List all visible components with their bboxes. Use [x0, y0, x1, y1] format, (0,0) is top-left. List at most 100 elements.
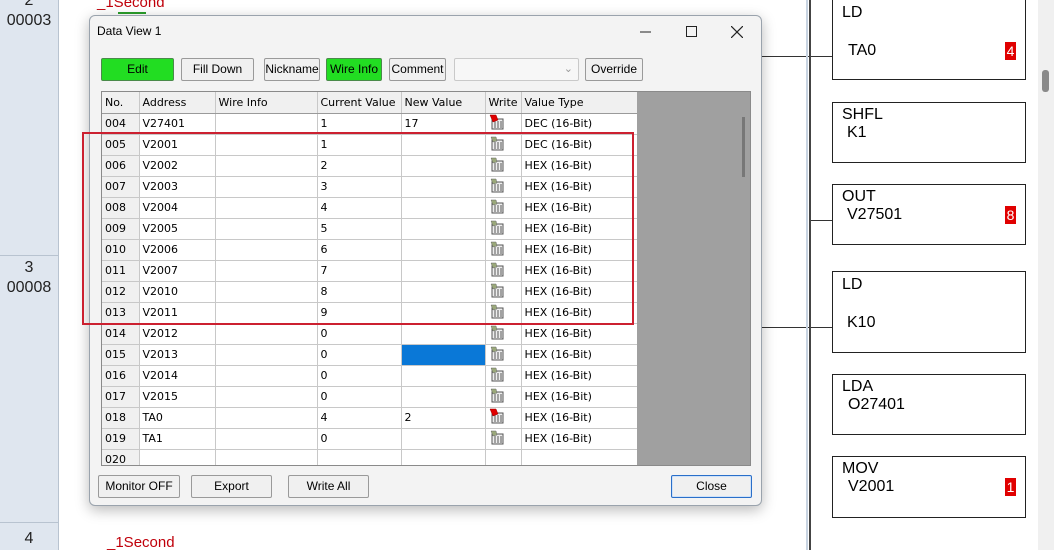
wire-info-cell[interactable]	[215, 155, 318, 177]
comment-button[interactable]: Comment	[389, 58, 446, 81]
current-value-cell[interactable]: 9	[317, 302, 402, 324]
instruction-box[interactable]: LDA O27401	[832, 374, 1026, 435]
table-row[interactable]: 011 V2007 7 HEX (16-Bit)	[102, 260, 638, 282]
current-value-cell[interactable]: 7	[317, 260, 402, 282]
current-value-cell[interactable]: 0	[317, 344, 402, 366]
instruction-box[interactable]: LD TA0 4	[832, 0, 1026, 80]
value-type-cell[interactable]	[521, 449, 638, 465]
new-value-cell[interactable]: 2	[401, 407, 486, 429]
write-cell[interactable]	[485, 281, 522, 303]
table-row[interactable]: 017 V2015 0 HEX (16-Bit)	[102, 386, 638, 408]
address-cell[interactable]: TA0	[139, 407, 216, 429]
data-view-grid[interactable]: No. Address Wire Info Current Value New Valu…	[101, 91, 751, 466]
write-icon[interactable]	[489, 345, 505, 361]
wire-info-cell[interactable]	[215, 281, 318, 303]
current-value-cell[interactable]: 0	[317, 365, 402, 387]
value-type-cell[interactable]: HEX (16-Bit)	[521, 428, 638, 450]
table-row[interactable]: 016 V2014 0 HEX (16-Bit)	[102, 365, 638, 387]
table-row[interactable]: 008 V2004 4 HEX (16-Bit)	[102, 197, 638, 219]
write-cell[interactable]	[485, 134, 522, 156]
wire-info-cell[interactable]	[215, 344, 318, 366]
new-value-cell[interactable]	[401, 449, 486, 465]
value-type-cell[interactable]: HEX (16-Bit)	[521, 260, 638, 282]
table-row[interactable]: 009 V2005 5 HEX (16-Bit)	[102, 218, 638, 240]
value-type-cell[interactable]: HEX (16-Bit)	[521, 176, 638, 198]
write-cell[interactable]	[485, 449, 522, 465]
address-cell[interactable]: V2012	[139, 323, 216, 345]
new-value-cell[interactable]: 17	[401, 113, 486, 135]
wire-info-cell[interactable]	[215, 260, 318, 282]
grid-scroll-thumb[interactable]	[742, 117, 745, 177]
address-cell[interactable]: V2010	[139, 281, 216, 303]
table-row[interactable]: 004 V27401 1 17 DEC (16-Bit)	[102, 113, 638, 135]
wire-info-cell[interactable]	[215, 176, 318, 198]
new-value-cell[interactable]	[401, 134, 486, 156]
address-cell[interactable]: V2011	[139, 302, 216, 324]
write-cell[interactable]	[485, 218, 522, 240]
write-cell[interactable]	[485, 407, 522, 429]
table-row[interactable]: 007 V2003 3 HEX (16-Bit)	[102, 176, 638, 198]
write-cell[interactable]	[485, 344, 522, 366]
wire-info-cell[interactable]	[215, 134, 318, 156]
wire-info-cell[interactable]	[215, 449, 318, 465]
address-cell[interactable]: V2013	[139, 344, 216, 366]
wire-info-cell[interactable]	[215, 386, 318, 408]
value-type-cell[interactable]: HEX (16-Bit)	[521, 386, 638, 408]
new-value-cell[interactable]	[401, 302, 486, 324]
wire-info-cell[interactable]	[215, 407, 318, 429]
current-value-cell[interactable]	[317, 449, 402, 465]
instruction-box[interactable]: LD K10	[832, 271, 1026, 353]
write-cell[interactable]	[485, 155, 522, 177]
instruction-box[interactable]: SHFL K1	[832, 102, 1026, 163]
wire-info-cell[interactable]	[215, 428, 318, 450]
write-cell[interactable]	[485, 323, 522, 345]
current-value-cell[interactable]: 5	[317, 218, 402, 240]
value-type-cell[interactable]: HEX (16-Bit)	[521, 197, 638, 219]
write-icon[interactable]	[489, 303, 505, 319]
write-icon[interactable]	[489, 219, 505, 235]
table-row[interactable]: 005 V2001 1 DEC (16-Bit)	[102, 134, 638, 156]
wire-info-cell[interactable]	[215, 218, 318, 240]
value-type-cell[interactable]: HEX (16-Bit)	[521, 302, 638, 324]
write-icon[interactable]	[489, 177, 505, 193]
write-icon[interactable]	[489, 366, 505, 382]
write-icon[interactable]	[489, 261, 505, 277]
current-value-cell[interactable]: 3	[317, 176, 402, 198]
current-value-cell[interactable]: 0	[317, 386, 402, 408]
value-type-cell[interactable]: HEX (16-Bit)	[521, 323, 638, 345]
value-type-cell[interactable]: DEC (16-Bit)	[521, 134, 638, 156]
new-value-cell[interactable]	[401, 176, 486, 198]
current-value-cell[interactable]: 0	[317, 428, 402, 450]
write-cell[interactable]	[485, 197, 522, 219]
monitor-off-button[interactable]: Monitor OFF	[98, 475, 180, 498]
maximize-button[interactable]	[668, 16, 714, 47]
current-value-cell[interactable]: 4	[317, 197, 402, 219]
column-header[interactable]: Value Type	[521, 92, 638, 114]
instruction-box[interactable]: OUT V27501 8	[832, 184, 1026, 245]
write-icon[interactable]	[489, 135, 505, 151]
export-button[interactable]: Export	[191, 475, 272, 498]
address-cell[interactable]: V2007	[139, 260, 216, 282]
edit-button[interactable]: Edit	[101, 58, 174, 81]
write-icon[interactable]	[489, 387, 505, 403]
write-icon[interactable]	[489, 156, 505, 172]
address-cell[interactable]: V2006	[139, 239, 216, 261]
column-header[interactable]: Write	[485, 92, 522, 114]
write-icon[interactable]	[489, 324, 505, 340]
minimize-button[interactable]	[622, 16, 668, 47]
table-row[interactable]: 018 TA0 4 2 HEX (16-Bit)	[102, 407, 638, 429]
table-row[interactable]: 012 V2010 8 HEX (16-Bit)	[102, 281, 638, 303]
current-value-cell[interactable]: 2	[317, 155, 402, 177]
table-row[interactable]: 013 V2011 9 HEX (16-Bit)	[102, 302, 638, 324]
value-type-cell[interactable]: HEX (16-Bit)	[521, 155, 638, 177]
table-row[interactable]: 015 V2013 0 HEX (16-Bit)	[102, 344, 638, 366]
wire-info-cell[interactable]	[215, 239, 318, 261]
fill-down-button[interactable]: Fill Down	[181, 58, 254, 81]
current-value-cell[interactable]: 1	[317, 113, 402, 135]
address-cell[interactable]: TA1	[139, 428, 216, 450]
address-cell[interactable]	[139, 449, 216, 465]
write-cell[interactable]	[485, 365, 522, 387]
instruction-box[interactable]: MOV V2001 1	[832, 456, 1026, 518]
wire-info-cell[interactable]	[215, 113, 318, 135]
column-header[interactable]: New Value	[401, 92, 486, 114]
